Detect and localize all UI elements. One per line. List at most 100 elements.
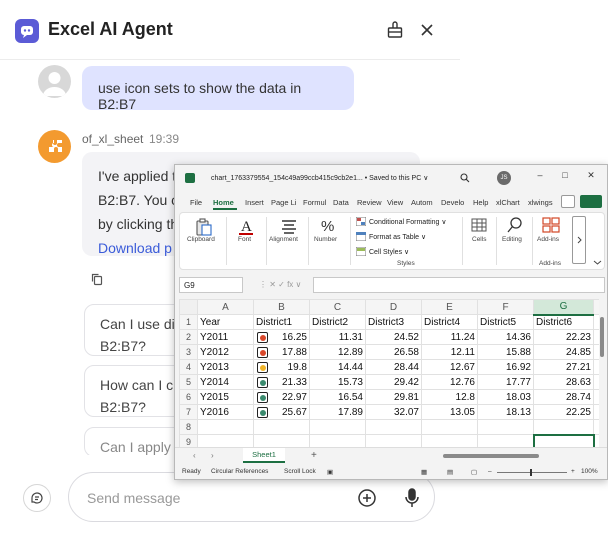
share-button[interactable] (580, 195, 602, 208)
page-break-view-icon[interactable]: ▢ (471, 468, 477, 476)
cell-styles-button[interactable]: Cell Styles ∨ (369, 248, 409, 256)
cell-f9[interactable] (477, 434, 534, 447)
cell-g6[interactable]: 28.74 (533, 389, 594, 405)
cell-d2[interactable]: 24.52 (365, 329, 422, 345)
cell-c8[interactable] (309, 419, 366, 435)
cell-f3[interactable]: 15.88 (477, 344, 534, 360)
zoom-slider[interactable] (497, 472, 567, 473)
formula-controls[interactable]: ⋮ ✕ ✓ fx ∨ (259, 280, 301, 289)
cell-d7[interactable]: 32.07 (365, 404, 422, 420)
column-header-d[interactable]: D (365, 299, 422, 315)
message-input[interactable] (87, 487, 337, 509)
cell-b2[interactable]: 16.25 (253, 329, 310, 345)
scrollbar-thumb[interactable] (600, 317, 604, 357)
cell-c3[interactable]: 12.89 (309, 344, 366, 360)
cell-c4[interactable]: 14.44 (309, 359, 366, 375)
cell-e3[interactable]: 12.11 (421, 344, 478, 360)
tab-insert[interactable]: Insert (245, 198, 264, 207)
sheet-tab[interactable]: Sheet1 (243, 448, 285, 463)
cell-a9[interactable] (197, 434, 254, 447)
zoom-slider-knob[interactable] (530, 469, 532, 476)
cell-c5[interactable]: 15.73 (309, 374, 366, 390)
row-header[interactable]: 4 (179, 359, 198, 375)
cell-f2[interactable]: 14.36 (477, 329, 534, 345)
name-box[interactable]: G9 (179, 277, 243, 293)
cell-e4[interactable]: 12.67 (421, 359, 478, 375)
cell-b4[interactable]: 19.8 (253, 359, 310, 375)
percent-icon[interactable]: % (319, 216, 337, 236)
sheet-next-icon[interactable]: › (211, 451, 214, 460)
cell-f7[interactable]: 18.13 (477, 404, 534, 420)
cell-d3[interactable]: 26.58 (365, 344, 422, 360)
cell-c1[interactable]: District2 (309, 314, 366, 330)
row-header[interactable]: 8 (179, 419, 198, 435)
microphone-icon[interactable] (402, 487, 422, 514)
cell-c9[interactable] (309, 434, 366, 447)
cell-c6[interactable]: 16.54 (309, 389, 366, 405)
row-header[interactable]: 7 (179, 404, 198, 420)
cell-b8[interactable] (253, 419, 310, 435)
cell-b3[interactable]: 17.88 (253, 344, 310, 360)
tab-review[interactable]: Review (357, 198, 382, 207)
zoom-out-icon[interactable]: – (488, 468, 492, 475)
status-circular-references[interactable]: Circular References (211, 468, 268, 475)
comments-icon[interactable] (561, 195, 575, 208)
cell-g5[interactable]: 28.63 (533, 374, 594, 390)
cell-g4[interactable]: 27.21 (533, 359, 594, 375)
cell-g8[interactable] (533, 419, 594, 435)
add-ins-icon[interactable] (541, 216, 561, 236)
cell-e1[interactable]: District4 (421, 314, 478, 330)
user-avatar[interactable]: JS (497, 171, 511, 185)
tab-page-layout[interactable]: Page Li (271, 198, 296, 207)
cell-a1[interactable]: Year (197, 314, 254, 330)
document-title[interactable]: chart_1763379554_154c49a99ccb415c9cb2e1.… (211, 174, 428, 182)
cell-g7[interactable]: 22.25 (533, 404, 594, 420)
cell-g1[interactable]: District6 (533, 314, 594, 330)
cell-c2[interactable]: 11.31 (309, 329, 366, 345)
cell-f6[interactable]: 18.03 (477, 389, 534, 405)
accessibility-icon[interactable]: ▣ (327, 468, 333, 476)
cell-a2[interactable]: Y2011 (197, 329, 254, 345)
row-header[interactable]: 3 (179, 344, 198, 360)
page-layout-view-icon[interactable]: ▤ (447, 468, 453, 476)
cell-g3[interactable]: 24.85 (533, 344, 594, 360)
minimize-button[interactable]: – (533, 170, 547, 180)
horizontal-scrollbar[interactable] (443, 454, 539, 458)
clear-chat-icon[interactable] (385, 20, 405, 40)
add-attachment-icon[interactable] (357, 488, 377, 513)
cells-icon[interactable] (470, 216, 488, 236)
cell-e9[interactable] (421, 434, 478, 447)
cell-a6[interactable]: Y2015 (197, 389, 254, 405)
cell-a7[interactable]: Y2016 (197, 404, 254, 420)
cell-a8[interactable] (197, 419, 254, 435)
cell-d9[interactable] (365, 434, 422, 447)
tab-formulas[interactable]: Formul (303, 198, 326, 207)
close-icon[interactable] (417, 20, 437, 40)
editing-search-icon[interactable] (506, 216, 524, 236)
cell-d4[interactable]: 28.44 (365, 359, 422, 375)
column-header-c[interactable]: C (309, 299, 366, 315)
cell-f8[interactable] (477, 419, 534, 435)
tab-xlwings[interactable]: xlwings (528, 198, 553, 207)
alignment-icon[interactable] (280, 218, 298, 236)
format-as-table-button[interactable]: Format as Table ∨ (369, 233, 426, 241)
search-icon[interactable] (460, 173, 470, 185)
cell-e8[interactable] (421, 419, 478, 435)
cell-b1[interactable]: District1 (253, 314, 310, 330)
column-header-e[interactable]: E (421, 299, 478, 315)
row-header[interactable]: 1 (179, 314, 198, 330)
cell-b5[interactable]: 21.33 (253, 374, 310, 390)
tab-developer[interactable]: Develo (441, 198, 464, 207)
cell-g9[interactable] (532, 433, 595, 447)
cell-g2[interactable]: 22.23 (533, 329, 594, 345)
cell-f5[interactable]: 17.77 (477, 374, 534, 390)
cell-f4[interactable]: 16.92 (477, 359, 534, 375)
tab-help[interactable]: Help (473, 198, 488, 207)
column-header-g[interactable]: G (533, 299, 594, 316)
zoom-level[interactable]: 100% (581, 468, 598, 475)
formula-input[interactable] (313, 277, 605, 293)
cell-d1[interactable]: District3 (365, 314, 422, 330)
copy-icon[interactable] (90, 272, 104, 286)
ribbon-collapse-icon[interactable] (593, 259, 602, 268)
ribbon-expand-button[interactable] (572, 216, 586, 264)
